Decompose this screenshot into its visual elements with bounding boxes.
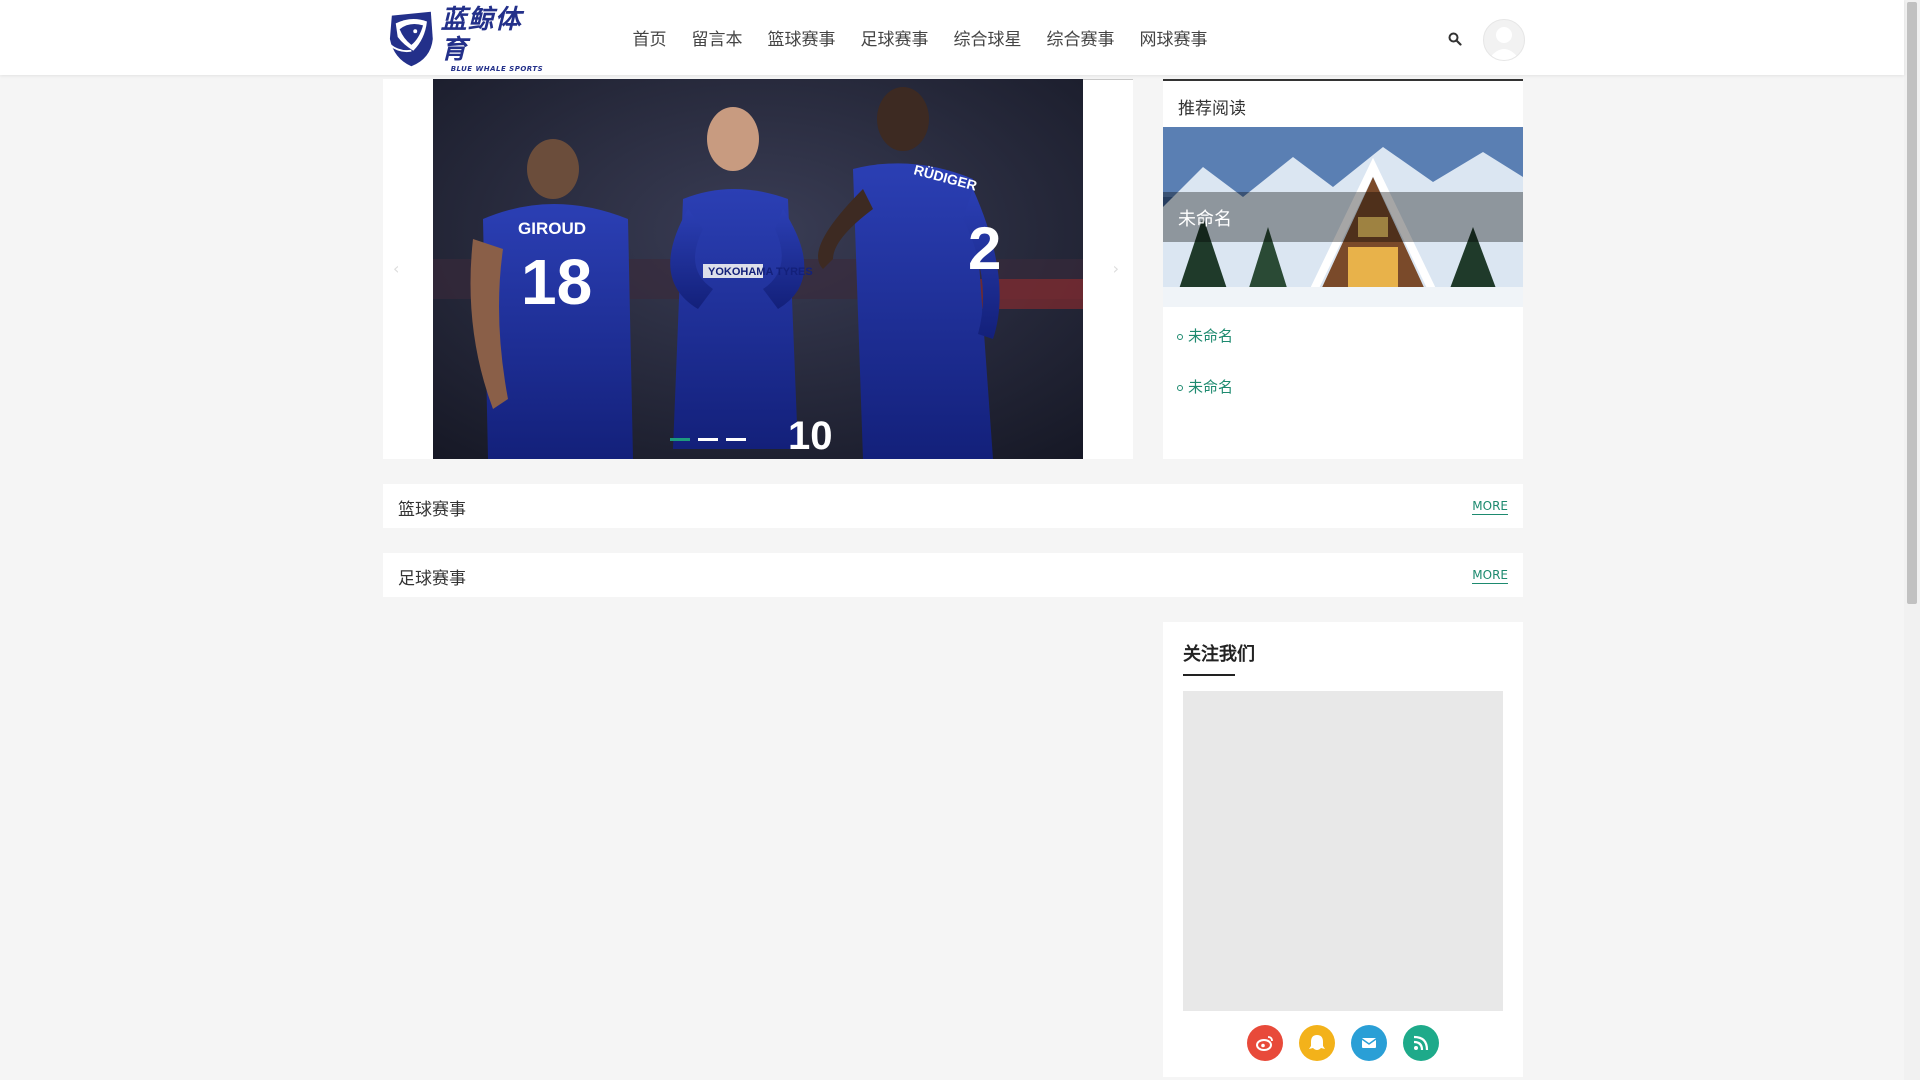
email-button[interactable] (1351, 1025, 1387, 1061)
qq-button[interactable] (1299, 1025, 1335, 1061)
section-title: 足球赛事 (398, 569, 466, 589)
qr-code-placeholder (1183, 691, 1503, 1011)
recommended-reading: 推荐阅读 未命名 未命名 未命名 (1163, 79, 1523, 459)
recommend-title: 推荐阅读 (1178, 99, 1246, 119)
recommend-link-2[interactable]: 未命名 (1177, 376, 1233, 397)
nav-item-football[interactable]: 足球赛事 (861, 25, 929, 50)
carousel-dot-3[interactable] (726, 438, 746, 441)
jersey-name-giroud: GIROUD (518, 219, 586, 238)
section-basketball: 篮球赛事 MORE (383, 484, 1523, 528)
nav-item-home[interactable]: 首页 (633, 25, 667, 50)
carousel-slide-image[interactable]: GIROUD 18 YOKOHAMA TYRES RÜDIGER 2 10 (433, 79, 1083, 459)
jersey-number-18: 18 (521, 246, 592, 318)
sponsor-yokohama: YOKOHAMA TYRES (708, 266, 813, 278)
more-link[interactable]: MORE (1472, 499, 1508, 515)
carousel-indicators (670, 438, 746, 441)
jersey-number-2: 2 (968, 215, 1001, 282)
section-football: 足球赛事 MORE (383, 553, 1523, 597)
nav-item-stars[interactable]: 综合球星 (954, 25, 1022, 50)
recommend-featured[interactable]: 未命名 (1163, 127, 1523, 307)
rss-icon (1413, 1035, 1429, 1051)
recommend-link-label: 未命名 (1188, 327, 1234, 345)
section-title: 篮球赛事 (398, 500, 466, 520)
nav-item-basketball[interactable]: 篮球赛事 (768, 25, 836, 50)
weibo-icon (1256, 1036, 1273, 1051)
featured-caption[interactable]: 未命名 (1178, 205, 1232, 231)
email-icon (1361, 1038, 1377, 1048)
more-link[interactable]: MORE (1472, 568, 1508, 584)
whale-shield-icon (389, 11, 433, 67)
recommend-link-label: 未命名 (1188, 378, 1234, 396)
football-players-image: GIROUD 18 YOKOHAMA TYRES RÜDIGER 2 10 (433, 79, 1083, 459)
hero-carousel: GIROUD 18 YOKOHAMA TYRES RÜDIGER 2 10 ‹ … (383, 79, 1133, 459)
follow-title: 关注我们 (1183, 644, 1255, 665)
scrollbar-thumb[interactable] (1907, 2, 1917, 604)
search-icon[interactable] (1448, 32, 1462, 46)
main-nav: 首页 留言本 篮球赛事 足球赛事 综合球星 综合赛事 网球赛事 (620, 0, 1220, 75)
qq-icon (1309, 1035, 1325, 1050)
user-avatar[interactable] (1483, 19, 1525, 61)
logo-text-cn: 蓝鲸体育 (440, 5, 522, 65)
carousel-dot-1[interactable] (670, 438, 690, 441)
recommend-link-1[interactable]: 未命名 (1177, 325, 1233, 346)
weibo-button[interactable] (1247, 1025, 1283, 1061)
nav-item-tennis[interactable]: 网球赛事 (1140, 25, 1208, 50)
bullet-ring-icon (1177, 333, 1183, 340)
follow-us-widget: 关注我们 (1163, 622, 1523, 1077)
carousel-prev-button[interactable]: ‹ (393, 259, 399, 278)
site-logo[interactable]: 蓝鲸体育 BLUE WHALE SPORTS (386, 5, 546, 73)
carousel-next-button[interactable]: › (1113, 259, 1119, 278)
nav-item-guestbook[interactable]: 留言本 (692, 25, 743, 50)
logo-text-en: BLUE WHALE SPORTS (450, 65, 544, 73)
bullet-ring-icon (1177, 384, 1183, 391)
nav-item-events[interactable]: 综合赛事 (1047, 25, 1115, 50)
user-avatar-icon (1488, 27, 1520, 60)
title-underline (1183, 674, 1235, 676)
site-header: 蓝鲸体育 BLUE WHALE SPORTS 首页 留言本 篮球赛事 足球赛事 … (0, 0, 1904, 75)
carousel-dot-2[interactable] (698, 438, 718, 441)
jersey-number-10: 10 (788, 414, 833, 458)
rss-button[interactable] (1403, 1025, 1439, 1061)
page-scrollbar[interactable] (1904, 0, 1920, 1080)
